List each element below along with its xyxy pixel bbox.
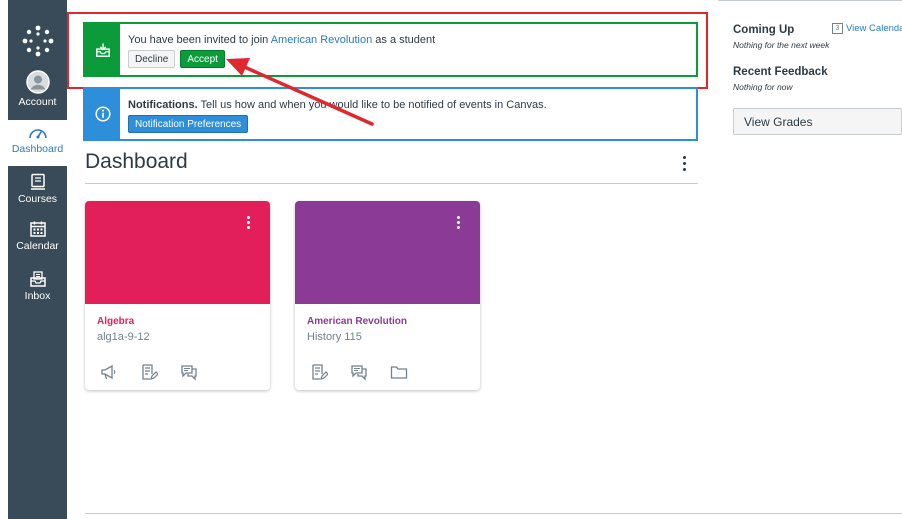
nav-item-label: Account — [18, 96, 57, 108]
dashboard-options-kebab-icon[interactable] — [676, 152, 692, 174]
accept-button[interactable]: Accept — [180, 50, 225, 68]
course-card-hero[interactable] — [295, 201, 480, 304]
divider — [85, 183, 698, 184]
announcements-icon[interactable] — [99, 362, 119, 382]
course-invitation-alert: You have been invited to join American R… — [83, 22, 698, 77]
assignments-icon[interactable] — [309, 362, 329, 382]
calendar-icon — [29, 221, 46, 237]
nav-item-account[interactable]: Account — [8, 70, 67, 114]
alert-icon-panel — [85, 89, 120, 139]
invitation-course-link[interactable]: American Revolution — [271, 34, 373, 46]
canvas-logo-icon — [22, 25, 53, 57]
page-title: Dashboard — [85, 150, 188, 173]
divider — [85, 513, 902, 514]
calendar-icon: 3 — [832, 23, 843, 34]
course-card-algebra[interactable]: Algebra alg1a-9-12 — [85, 201, 270, 390]
inbox-icon — [29, 271, 46, 287]
course-card-name[interactable]: American Revolution — [295, 304, 480, 327]
recent-feedback-empty-text: Nothing for now — [733, 82, 793, 92]
notifications-text: Tell us how and when you would like to b… — [197, 99, 547, 111]
nav-item-label: Inbox — [24, 290, 51, 302]
invitation-message: You have been invited to join American R… — [128, 34, 435, 46]
card-options-kebab-icon[interactable] — [244, 216, 252, 229]
divider — [718, 0, 902, 1]
course-card-hero[interactable] — [85, 201, 270, 304]
book-icon — [30, 173, 45, 190]
discussions-icon[interactable] — [349, 362, 369, 382]
course-card-code: alg1a-9-12 — [97, 331, 150, 343]
user-avatar-icon — [25, 70, 50, 94]
nav-item-label: Courses — [17, 193, 58, 205]
invitation-text-after: as a student — [372, 34, 436, 46]
course-card-name[interactable]: Algebra — [85, 304, 270, 327]
card-options-kebab-icon[interactable] — [454, 216, 462, 229]
discussions-icon[interactable] — [179, 362, 199, 382]
nav-item-dashboard[interactable]: Dashboard — [8, 120, 67, 166]
course-card-code: History 115 — [307, 331, 362, 343]
course-card-american-revolution[interactable]: American Revolution History 115 — [295, 201, 480, 390]
notifications-alert: Notifications. Tell us how and when you … — [83, 87, 698, 141]
speedometer-icon — [28, 129, 47, 139]
coming-up-empty-text: Nothing for the next week — [733, 40, 830, 50]
view-calendar-label: View Calendar — [846, 23, 902, 34]
nav-item-courses[interactable]: Courses — [8, 173, 67, 213]
notifications-title: Notifications. — [128, 99, 198, 111]
nav-item-label: Dashboard — [11, 143, 64, 155]
invitation-text-before: You have been invited to join — [128, 34, 271, 46]
files-icon[interactable] — [389, 362, 409, 382]
recent-feedback-heading: Recent Feedback — [733, 66, 828, 78]
decline-button[interactable]: Decline — [128, 50, 176, 68]
global-navigation: Account Dashboard Courses Calendar Inbox — [8, 0, 67, 519]
nav-item-inbox[interactable]: Inbox — [8, 270, 67, 310]
canvas-logo[interactable] — [8, 24, 67, 60]
alert-icon-panel — [85, 24, 120, 75]
assignments-icon[interactable] — [139, 362, 159, 382]
nav-item-label: Calendar — [16, 240, 59, 252]
notification-preferences-button[interactable]: Notification Preferences — [128, 115, 249, 133]
inbox-icon — [95, 42, 110, 57]
info-icon — [94, 106, 111, 122]
coming-up-heading: Coming Up — [733, 24, 795, 36]
view-grades-button[interactable]: View Grades — [733, 108, 902, 135]
nav-item-calendar[interactable]: Calendar — [8, 220, 67, 260]
view-calendar-link[interactable]: 3 View Calendar — [832, 23, 902, 34]
notifications-message: Notifications. Tell us how and when you … — [128, 99, 547, 111]
